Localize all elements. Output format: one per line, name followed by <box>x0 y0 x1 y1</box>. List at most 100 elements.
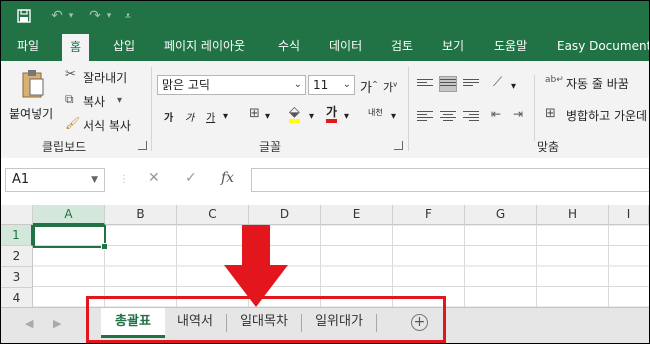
underline-button[interactable]: 가 <box>206 109 215 124</box>
tab-page-layout[interactable]: 페이지 레이아웃 <box>164 31 245 61</box>
font-size-select[interactable]: 11 ⌄ <box>308 75 355 95</box>
chevron-down-icon: ▼ <box>91 175 98 185</box>
format-painter-button[interactable]: 서식 복사 <box>83 117 131 134</box>
paste-label: 붙여넣기 <box>9 107 54 121</box>
column-header[interactable]: I <box>609 205 649 225</box>
bold-button[interactable]: 가 <box>164 109 173 124</box>
copy-dropdown-icon[interactable]: ▾ <box>117 95 122 106</box>
prev-sheet-icon[interactable]: ◀ <box>25 317 33 330</box>
orientation-dropdown-icon[interactable]: ▾ <box>511 81 516 92</box>
divider <box>408 67 409 151</box>
enter-icon[interactable]: ✓ <box>185 170 197 186</box>
column-header[interactable]: G <box>465 205 537 225</box>
tab-data[interactable]: 데이터 <box>329 31 362 61</box>
copy-button[interactable]: 복사 <box>83 93 105 110</box>
increase-indent-icon[interactable]: ⇥ <box>513 107 523 121</box>
font-color-button[interactable]: 가 <box>326 105 338 123</box>
annotation-arrow-icon <box>224 225 288 307</box>
font-name-value: 맑은 고딕 <box>162 78 210 92</box>
cancel-icon[interactable]: ✕ <box>148 170 160 186</box>
fill-color-dropdown-icon[interactable]: ▾ <box>309 111 314 122</box>
formula-bar: A1 ▼ ⋮ ✕ ✓ fx <box>1 158 649 205</box>
ribbon-tabs: 파일 홈 삽입 페이지 레이아웃 수식 데이터 검토 보기 도움말 Easy D… <box>1 31 649 61</box>
fill-handle[interactable] <box>101 243 108 250</box>
decrease-indent-icon[interactable]: ⇤ <box>491 107 501 121</box>
undo-dropdown-icon[interactable]: ▾ <box>65 1 77 31</box>
select-all-corner[interactable] <box>1 205 33 225</box>
phonetic-dropdown-icon[interactable]: ▾ <box>391 111 396 122</box>
font-color-dropdown-icon[interactable]: ▾ <box>344 111 349 122</box>
font-group-label: 글꼴 <box>259 140 282 154</box>
title-bar: ↶ ▾ ↷ ▾ ⩡ <box>1 1 649 31</box>
align-left-icon[interactable] <box>417 109 433 123</box>
align-right-icon[interactable] <box>463 109 479 123</box>
tab-view[interactable]: 보기 <box>442 31 464 61</box>
clipboard-launcher-icon[interactable] <box>138 141 147 150</box>
column-header[interactable]: D <box>249 205 321 225</box>
alignment-group-label: 맞춤 <box>537 140 560 154</box>
tab-file[interactable]: 파일 <box>17 31 39 61</box>
row-header[interactable]: 3 <box>1 267 33 288</box>
tab-help[interactable]: 도움말 <box>494 31 527 61</box>
name-box-value: A1 <box>12 172 30 187</box>
column-header[interactable]: H <box>537 205 609 225</box>
chevron-down-icon: ⌄ <box>293 79 302 90</box>
formula-menu-icon[interactable]: ⋮ <box>119 174 129 185</box>
divider <box>534 75 535 141</box>
align-middle-icon[interactable] <box>439 76 457 92</box>
tab-home[interactable]: 홈 <box>62 34 90 61</box>
borders-dropdown-icon[interactable]: ▾ <box>265 111 270 122</box>
row-header[interactable]: 4 <box>1 288 33 309</box>
italic-button[interactable]: 가 <box>185 109 194 124</box>
tab-insert[interactable]: 삽입 <box>113 31 135 61</box>
orientation-icon[interactable]: ⟋ <box>493 75 502 90</box>
name-box[interactable]: A1 ▼ <box>5 168 105 192</box>
borders-icon[interactable]: ⊞ <box>249 106 260 121</box>
formula-input[interactable] <box>251 168 649 192</box>
decrease-font-icon[interactable]: 가v <box>383 79 397 95</box>
increase-font-icon[interactable]: 가^ <box>360 77 378 96</box>
active-cell-a1[interactable] <box>33 225 108 250</box>
customize-qat-icon[interactable]: ⩡ <box>121 1 135 31</box>
paste-icon <box>21 69 45 102</box>
font-launcher-icon[interactable] <box>394 141 403 150</box>
column-header[interactable]: B <box>105 205 177 225</box>
paste-button[interactable]: 붙여넣기 <box>7 67 57 127</box>
save-icon[interactable] <box>13 1 35 31</box>
tab-formulas[interactable]: 수식 <box>278 31 300 61</box>
next-sheet-icon[interactable]: ▶ <box>53 317 61 330</box>
insert-function-icon[interactable]: fx <box>221 170 234 186</box>
align-bottom-icon[interactable] <box>463 77 479 91</box>
column-header[interactable]: F <box>393 205 465 225</box>
excel-window: ↶ ▾ ↷ ▾ ⩡ 파일 홈 삽입 페이지 레이아웃 수식 데이터 검토 보기 … <box>0 0 650 344</box>
chevron-down-icon: ⌄ <box>342 79 351 90</box>
scissors-icon: ✂ <box>65 67 76 82</box>
copy-icon: ⧉ <box>65 92 74 106</box>
cut-button[interactable]: 잘라내기 <box>83 69 127 86</box>
phonetic-button[interactable]: 내천 <box>368 107 383 118</box>
column-header[interactable]: C <box>177 205 249 225</box>
tab-easy-document[interactable]: Easy Document C <box>557 31 649 61</box>
font-size-value: 11 <box>313 78 329 92</box>
ribbon-home: 붙여넣기 ✂ 잘라내기 ⧉ 복사 ▾ 🖌 서식 복사 클립보드 맑은 고딕 ⌄ … <box>1 61 649 159</box>
undo-icon[interactable]: ↶ <box>47 1 67 31</box>
redo-icon[interactable]: ↷ <box>85 1 105 31</box>
column-header[interactable]: A <box>33 205 105 225</box>
merge-icon: ⊞ <box>545 106 556 121</box>
clipboard-group-label: 클립보드 <box>42 140 87 154</box>
align-top-icon[interactable] <box>417 77 433 91</box>
wrap-text-button[interactable]: 자동 줄 바꿈 <box>566 75 629 92</box>
row-header[interactable]: 2 <box>1 246 33 267</box>
wrap-text-icon: ab↵ <box>545 75 564 85</box>
underline-dropdown-icon[interactable]: ▾ <box>223 111 228 122</box>
column-header[interactable]: E <box>321 205 393 225</box>
row-header[interactable]: 1 <box>1 225 33 246</box>
font-name-select[interactable]: 맑은 고딕 ⌄ <box>157 75 306 95</box>
divider <box>151 67 152 151</box>
align-center-icon[interactable] <box>440 109 456 123</box>
redo-dropdown-icon[interactable]: ▾ <box>103 1 115 31</box>
merge-center-button[interactable]: 병합하고 가운데 <box>566 107 647 124</box>
tab-review[interactable]: 검토 <box>391 31 413 61</box>
fill-color-icon[interactable]: ⬙ <box>289 105 300 123</box>
format-painter-icon: 🖌 <box>65 116 81 130</box>
